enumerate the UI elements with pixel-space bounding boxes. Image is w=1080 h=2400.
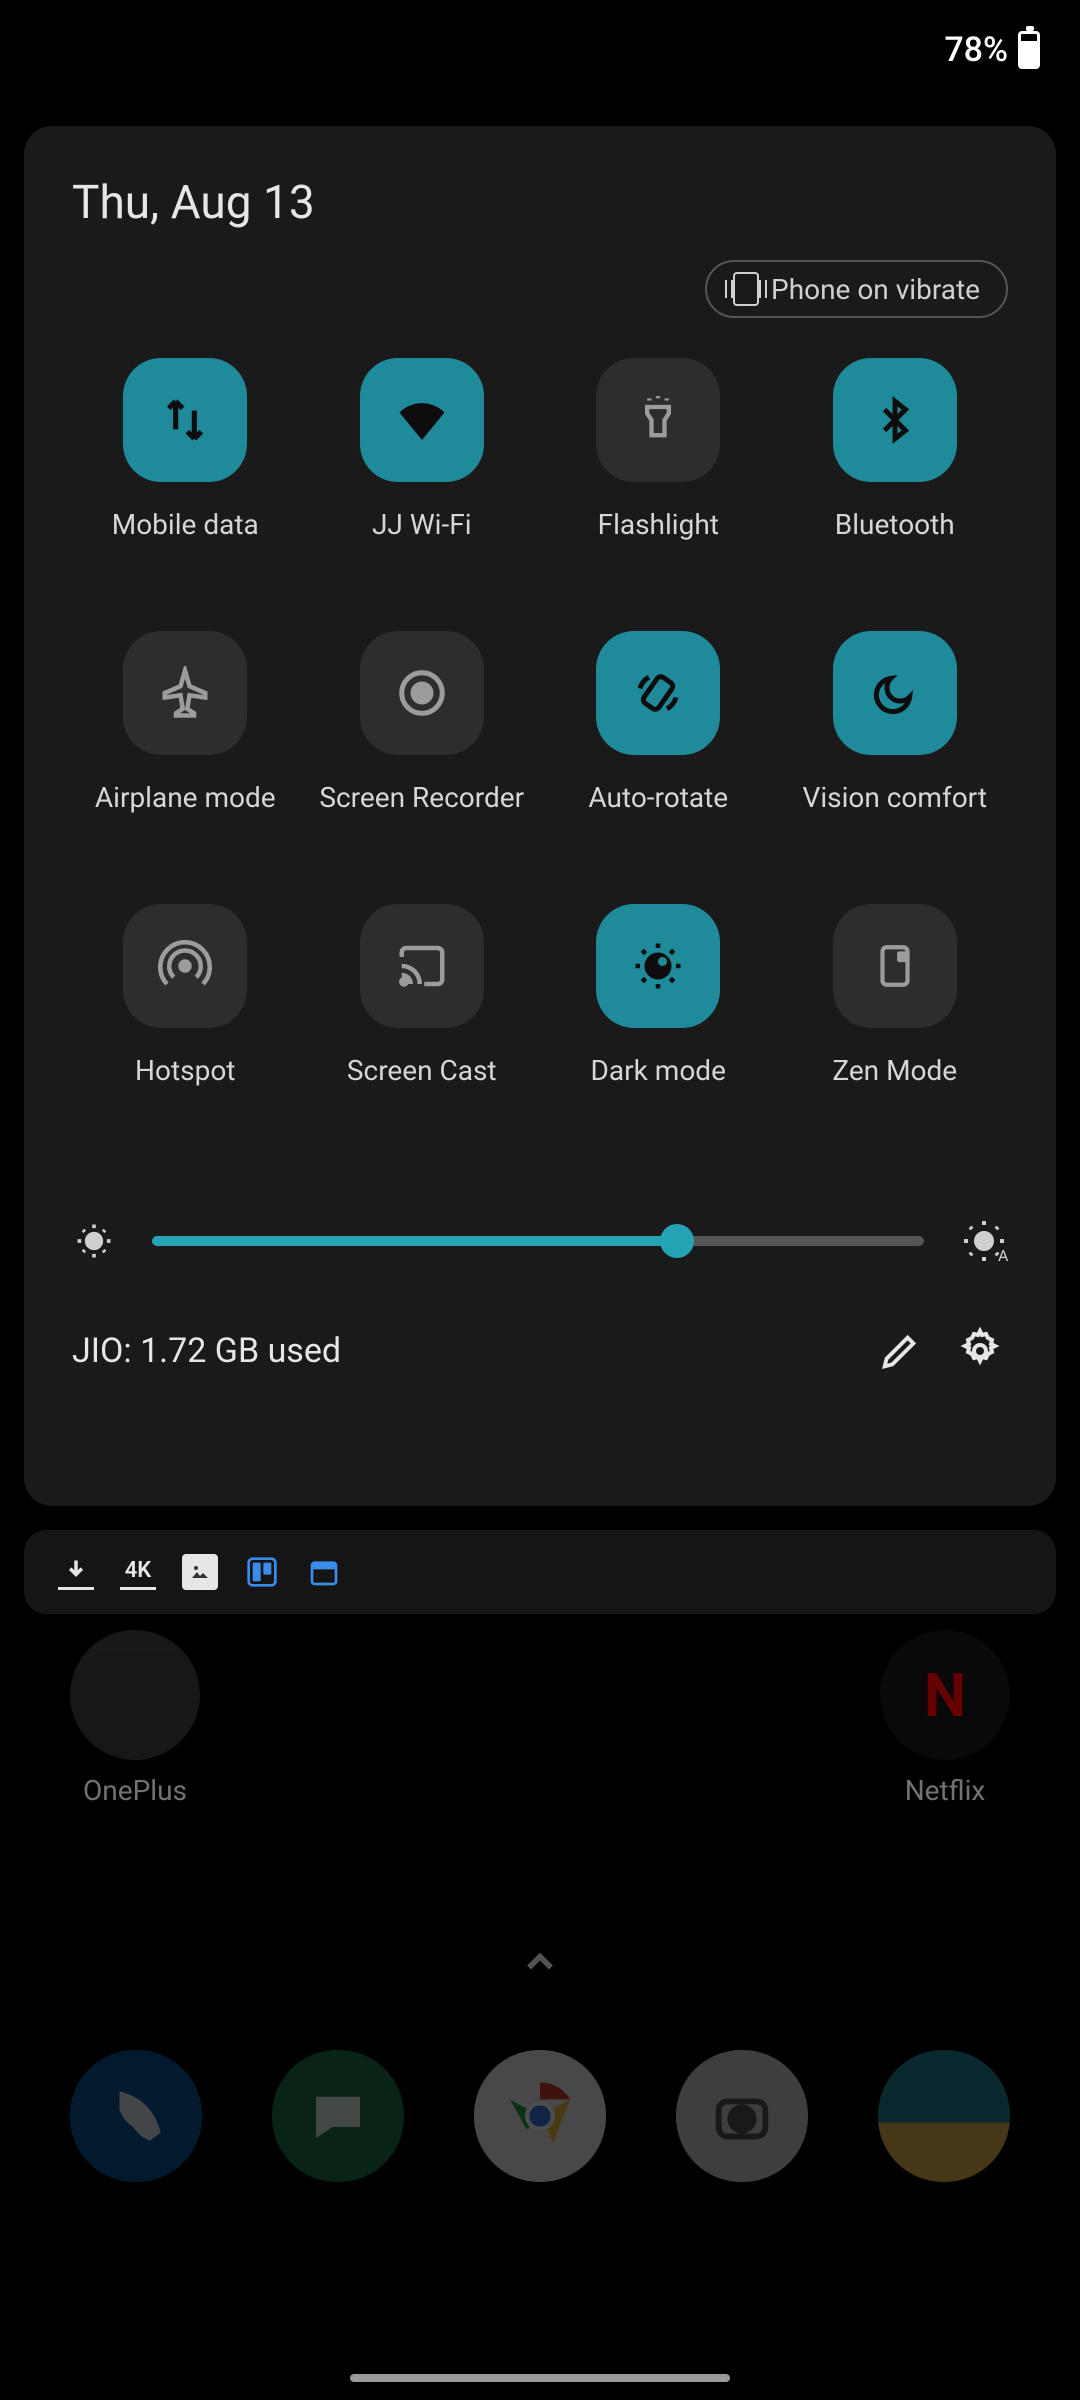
4k-icon: 4K [120,1554,156,1590]
app-netflix[interactable]: N Netflix [880,1630,1010,1807]
phone-icon [70,2050,202,2182]
dock-horizon[interactable] [878,2050,1010,2182]
tile-screen-recorder[interactable]: Screen Recorder [309,631,536,814]
brightness-slider[interactable] [152,1236,924,1246]
tile-label: Auto-rotate [588,781,728,814]
tile-label: Flashlight [598,508,719,541]
panel-footer: JIO: 1.72 GB used [72,1323,1008,1379]
rotate-icon [596,631,720,755]
tile-label: Mobile data [112,508,259,541]
tile-bluetooth[interactable]: Bluetooth [782,358,1009,541]
tile-flashlight[interactable]: Flashlight [545,358,772,541]
tile-vision-comfort[interactable]: Vision comfort [782,631,1009,814]
tile-label: Screen Cast [347,1054,497,1087]
gesture-nav-bar[interactable] [350,2374,730,2382]
app-label: Netflix [905,1774,986,1807]
ringer-mode-chip[interactable]: Phone on vibrate [705,260,1008,318]
tile-dark-mode[interactable]: Dark mode [545,904,772,1087]
notification-icon-strip[interactable]: 4K [24,1530,1056,1614]
svg-text:A: A [998,1246,1008,1265]
tile-label: Zen Mode [832,1054,957,1087]
horizon-icon [878,2050,1010,2182]
netflix-icon: N [880,1630,1010,1760]
messages-icon [272,2050,404,2182]
qs-tile-grid: Mobile data JJ Wi-Fi Flashlight [72,358,1008,1087]
tile-wifi[interactable]: JJ Wi-Fi [309,358,536,541]
status-bar: 78% [0,0,1080,100]
date-label[interactable]: Thu, Aug 13 [72,176,1008,230]
gallery-icon [182,1554,218,1590]
settings-button[interactable] [952,1323,1008,1379]
flashlight-icon [596,358,720,482]
tile-label: JJ Wi-Fi [372,508,472,541]
edit-tiles-button[interactable] [872,1323,928,1379]
dark-mode-icon [596,904,720,1028]
quick-settings-panel: Thu, Aug 13 Phone on vibrate Mobile data… [24,126,1056,1506]
tile-airplane-mode[interactable]: Airplane mode [72,631,299,814]
folder-oneplus[interactable]: OnePlus [70,1630,200,1807]
tile-auto-rotate[interactable]: Auto-rotate [545,631,772,814]
tile-hotspot[interactable]: Hotspot [72,904,299,1087]
tile-label: Vision comfort [803,781,988,814]
chrome-icon [474,2050,606,2182]
brightness-low-icon [72,1219,116,1263]
brightness-row: A [72,1217,1008,1265]
bluetooth-icon [833,358,957,482]
tile-zen-mode[interactable]: z Zen Mode [782,904,1009,1087]
tile-label: Bluetooth [835,508,955,541]
hotspot-icon [123,904,247,1028]
zen-mode-icon: z [833,904,957,1028]
app-drawer-handle[interactable] [518,1940,562,1984]
tile-label: Screen Recorder [319,781,524,814]
tile-label: Hotspot [135,1054,235,1087]
brightness-slider-thumb[interactable] [660,1224,694,1258]
folder-icon [70,1630,200,1760]
tile-label: Airplane mode [95,781,276,814]
dock-chrome[interactable] [474,2050,606,2182]
svg-text:z: z [900,950,905,963]
battery-icon [1018,31,1040,69]
home-apps-row: OnePlus N Netflix [0,1630,1080,1807]
dock-phone[interactable] [70,2050,202,2182]
auto-brightness-icon[interactable]: A [960,1217,1008,1265]
tile-mobile-data[interactable]: Mobile data [72,358,299,541]
mobile-data-icon [123,358,247,482]
vibrate-icon [733,272,759,306]
cast-icon [360,904,484,1028]
moon-icon [833,631,957,755]
dock-camera[interactable] [676,2050,808,2182]
camera-icon [676,2050,808,2182]
download-icon [58,1554,94,1590]
folder-label: OnePlus [83,1774,187,1807]
brightness-slider-fill [152,1236,677,1246]
airplane-icon [123,631,247,755]
ringer-mode-label: Phone on vibrate [771,273,980,306]
tile-screen-cast[interactable]: Screen Cast [309,904,536,1087]
record-icon [360,631,484,755]
trello-icon [244,1554,280,1590]
dock-messages[interactable] [272,2050,404,2182]
dock [0,2050,1080,2182]
wifi-icon [360,358,484,482]
calendar-icon [306,1554,342,1590]
tile-label: Dark mode [591,1054,726,1087]
data-usage-label[interactable]: JIO: 1.72 GB used [72,1331,848,1371]
battery-percent: 78% [944,30,1008,70]
